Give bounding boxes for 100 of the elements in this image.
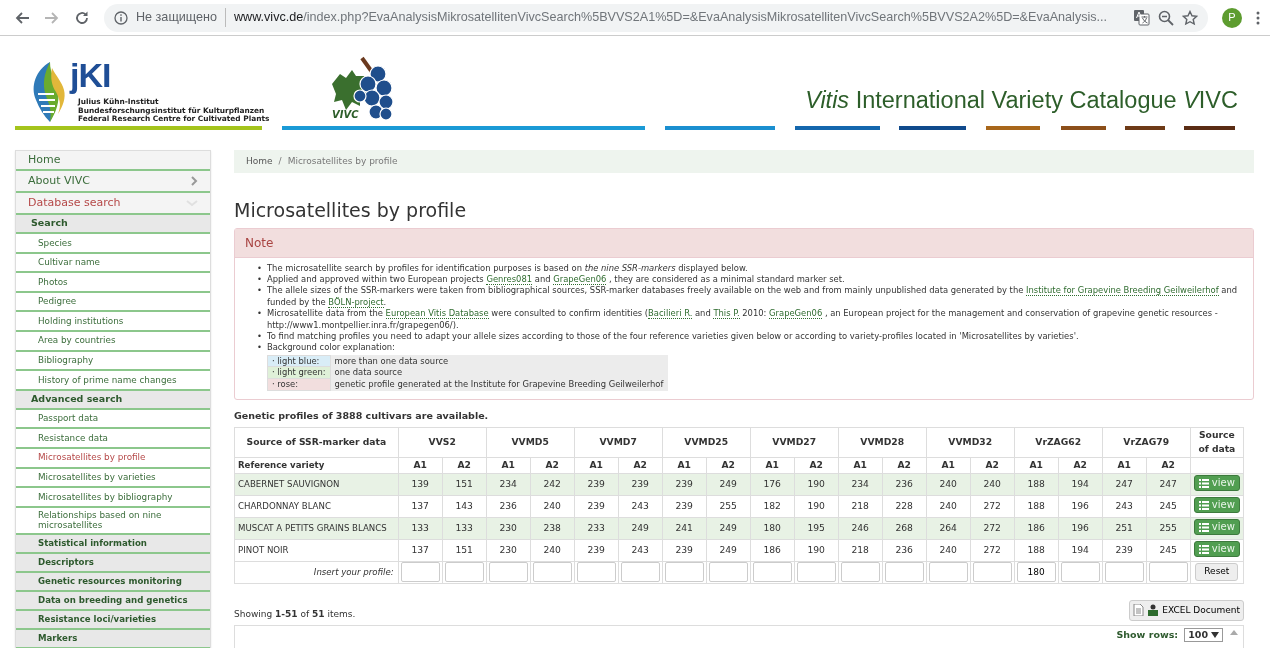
back-button[interactable]	[14, 9, 30, 26]
allele-input[interactable]	[796, 562, 836, 583]
sidebar-item[interactable]: Resistance data	[16, 429, 210, 449]
table-cell: 240	[926, 539, 971, 562]
table-cell: 143	[442, 495, 487, 518]
column-header: VVMD5	[486, 427, 575, 458]
address-bar[interactable]: Не защищено www.vivc.de/index.php?EvaAnalysisMikrosatellitenVivcSearch%5BVVS2A1%5D=&EvaAnalysisMikrosatellitenVivcSearch%5BVVS2A2%5D=&EvaAnalysis...	[104, 3, 1208, 32]
table-cell: 234	[838, 473, 883, 496]
column-header: VVMD7	[574, 427, 663, 458]
caret-icon	[1211, 632, 1219, 639]
bullet-marker: •	[257, 262, 262, 275]
table-cell: 218	[838, 539, 883, 562]
column-header: A1	[926, 457, 971, 474]
sidebar-item[interactable]: Holding institutions	[16, 312, 210, 332]
document-icon	[1133, 604, 1145, 617]
table-cell: 188	[1014, 495, 1059, 518]
sidebar-item[interactable]: Home	[16, 151, 210, 171]
link[interactable]: Genres081	[486, 274, 533, 286]
reload-button[interactable]	[74, 9, 90, 26]
link[interactable]: BÖLN-project	[328, 296, 384, 308]
link[interactable]: GrapeGen06	[553, 274, 607, 286]
menu-icon[interactable]	[1256, 9, 1260, 26]
sidebar-item[interactable]: Species	[16, 234, 210, 254]
column-header: A1	[398, 457, 443, 474]
table-cell: 194	[1058, 473, 1103, 496]
column-header: A1	[1102, 457, 1147, 474]
link[interactable]: This P.	[713, 308, 740, 320]
column-header: Source of SSR-marker data	[234, 427, 399, 458]
table-cell: 218	[838, 495, 883, 518]
sidebar-item[interactable]: Bibliography	[16, 351, 210, 372]
sidebar-item[interactable]: Microsatellites by bibliography	[16, 488, 210, 508]
table-cell: 236	[882, 473, 927, 496]
table-cell: 245	[1146, 539, 1191, 562]
scroll-up-icon[interactable]	[1229, 628, 1239, 638]
note-text: To find matching profiles you need to adapt your allele sizes according to those of the four reference varieties given below or according to variety-profiles located in 'Microsatellites by varieties'.	[266, 330, 1079, 341]
allele-input[interactable]	[488, 562, 528, 583]
column-header: A2	[882, 457, 927, 474]
table-cell: MUSCAT A PETITS GRAINS BLANCS	[234, 517, 399, 540]
column-header: A2	[530, 457, 575, 474]
column-header: VVMD27	[750, 427, 839, 458]
allele-input[interactable]	[400, 562, 440, 583]
table-cell: 180	[750, 517, 795, 540]
allele-input[interactable]	[664, 562, 704, 583]
link[interactable]: Bacilieri R.	[648, 308, 693, 320]
allele-input[interactable]	[1060, 562, 1100, 583]
allele-input[interactable]	[752, 562, 792, 583]
bullet-marker: •	[257, 330, 262, 343]
sidebar-item[interactable]: Database search	[16, 193, 210, 215]
translate-icon[interactable]	[1133, 9, 1150, 26]
table-cell: 240	[530, 495, 575, 518]
sidebar-item[interactable]: Passport data	[16, 409, 210, 430]
breadcrumb-link[interactable]: Home	[246, 154, 273, 169]
allele-input[interactable]	[840, 562, 880, 583]
sidebar-item[interactable]: Area by countries	[16, 331, 210, 352]
list-icon	[1198, 543, 1209, 555]
info-icon[interactable]	[114, 10, 128, 25]
allele-input[interactable]	[972, 562, 1012, 583]
column-header: A1	[486, 457, 531, 474]
allele-input[interactable]	[884, 562, 924, 583]
table-cell: 243	[1102, 495, 1147, 518]
table-cell: CHARDONNAY BLANC	[234, 495, 399, 518]
allele-input[interactable]	[1104, 562, 1144, 583]
pagination-summary: Showing 1-51 of 51 items.	[234, 607, 356, 621]
allele-input[interactable]: 180	[1016, 562, 1056, 583]
sidebar-item[interactable]: History of prime name changes	[16, 371, 210, 391]
sidebar-item[interactable]: Search	[16, 215, 210, 234]
sidebar-item[interactable]: Microsatellites by profile	[16, 448, 210, 469]
table-cell: 239	[618, 473, 663, 496]
allele-input[interactable]	[576, 562, 616, 583]
allele-input[interactable]	[1148, 562, 1188, 583]
sidebar-item[interactable]: Microsatellites by varieties	[16, 468, 210, 489]
allele-input[interactable]	[532, 562, 572, 583]
table-cell: 264	[926, 517, 971, 540]
table-cell: 239	[574, 495, 619, 518]
table-cell: 246	[838, 517, 883, 540]
legend-label: · light blue:	[267, 355, 330, 367]
allele-input[interactable]	[928, 562, 968, 583]
reset-button[interactable]: Reset	[1195, 563, 1239, 581]
allele-input[interactable]	[708, 562, 748, 583]
sidebar-item[interactable]: About VIVC	[16, 171, 210, 193]
zoom-out-icon[interactable]	[1158, 9, 1174, 26]
column-header: A1	[574, 457, 619, 474]
allele-input[interactable]	[444, 562, 484, 583]
table-cell: 190	[794, 473, 839, 496]
export-button[interactable]: EXCEL Document	[1129, 599, 1244, 622]
link[interactable]: GrapeGen06	[769, 308, 823, 320]
rows-select[interactable]: 100	[1184, 628, 1223, 643]
sidebar-item[interactable]: Pedigree	[16, 292, 210, 313]
allele-input[interactable]	[620, 562, 660, 583]
sidebar-item[interactable]: Relationships based on nine microsatellites	[16, 507, 210, 535]
breadcrumb-current: Microsatellites by profile	[287, 154, 398, 168]
sidebar-item[interactable]: Photos	[16, 273, 210, 293]
link[interactable]: European Vitis Database	[385, 308, 489, 320]
table-cell: 243	[618, 495, 663, 518]
link[interactable]: Institute for Grapevine Breeding Geilweilerhof	[1026, 285, 1219, 297]
star-icon[interactable]	[1182, 9, 1198, 26]
table-cell: 240	[926, 495, 971, 518]
sidebar-item[interactable]: Cultivar name	[16, 253, 210, 274]
table-cell: CABERNET SAUVIGNON	[234, 473, 399, 496]
table-cell: 247	[1146, 473, 1191, 496]
